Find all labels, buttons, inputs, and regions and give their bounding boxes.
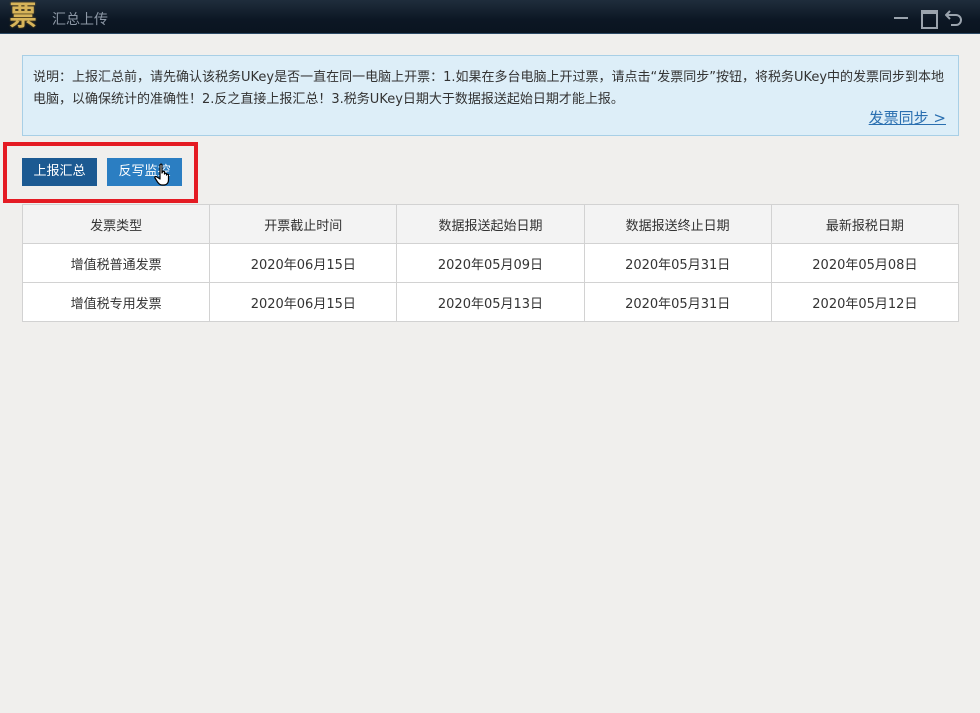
maximize-icon[interactable] — [918, 7, 938, 29]
minimize-icon[interactable] — [891, 7, 911, 27]
table-cell: 2020年06月15日 — [209, 282, 398, 322]
table-row[interactable]: 增值税专用发票 2020年06月15日 2020年05月13日 2020年05月… — [21, 282, 960, 322]
table-cell: 2020年05月13日 — [396, 282, 585, 322]
upload-summary-button[interactable]: 上报汇总 — [22, 158, 97, 186]
hand-cursor-icon — [154, 163, 170, 186]
column-header: 数据报送起始日期 — [396, 204, 585, 244]
invoice-sync-link[interactable]: 发票同步 > — [869, 107, 946, 128]
window-title: 汇总上传 — [52, 12, 108, 28]
table-cell: 增值税专用发票 — [21, 282, 211, 322]
table-header-row: 发票类型 开票截止时间 数据报送起始日期 数据报送终止日期 最新报税日期 — [21, 204, 960, 244]
table-cell: 2020年05月31日 — [583, 243, 772, 283]
table-cell: 增值税普通发票 — [21, 243, 211, 283]
column-header: 发票类型 — [21, 204, 211, 244]
title-bar: 票 汇总上传 — [0, 0, 980, 34]
table-cell: 2020年06月15日 — [209, 243, 398, 283]
notice-text: 说明：上报汇总前，请先确认该税务UKey是否一直在同一电脑上开票：1.如果在多台… — [33, 70, 945, 107]
notice-panel: 说明：上报汇总前，请先确认该税务UKey是否一直在同一电脑上开票：1.如果在多台… — [22, 55, 959, 136]
table-cell: 2020年05月08日 — [770, 243, 960, 283]
column-header: 数据报送终止日期 — [583, 204, 772, 244]
app-logo: 票 — [9, 1, 37, 32]
table-cell: 2020年05月31日 — [583, 282, 772, 322]
table-cell: 2020年05月12日 — [770, 282, 960, 322]
column-header: 开票截止时间 — [209, 204, 398, 244]
back-icon[interactable] — [944, 7, 964, 27]
column-header: 最新报税日期 — [770, 204, 960, 244]
table-cell: 2020年05月09日 — [396, 243, 585, 283]
table-row[interactable]: 增值税普通发票 2020年06月15日 2020年05月09日 2020年05月… — [21, 243, 960, 283]
summary-table: 发票类型 开票截止时间 数据报送起始日期 数据报送终止日期 最新报税日期 增值税… — [21, 204, 960, 322]
